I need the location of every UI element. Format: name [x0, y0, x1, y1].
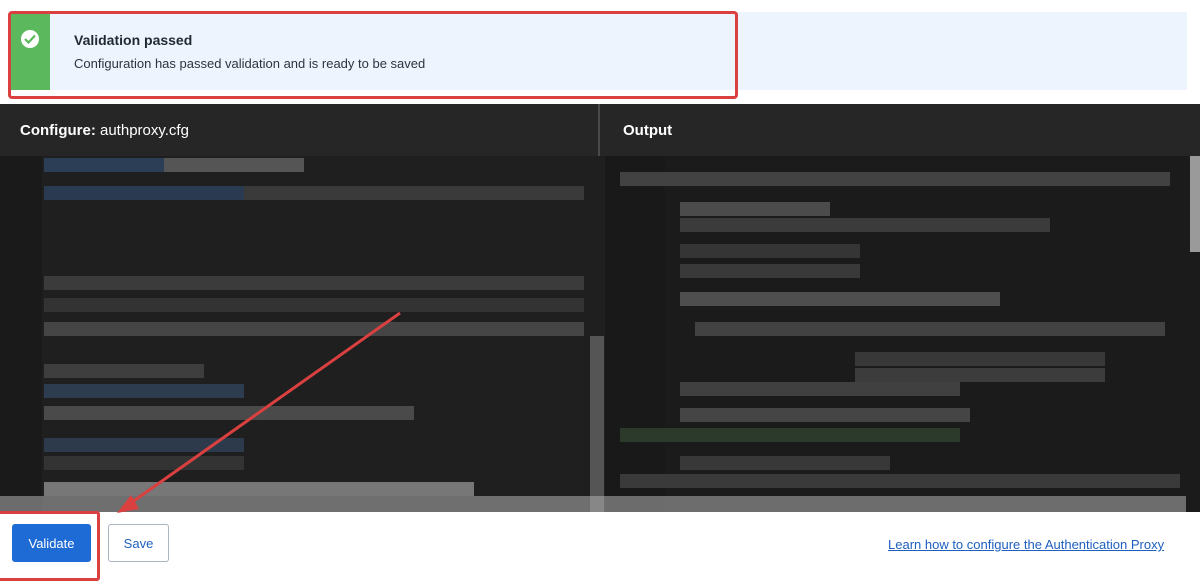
annotation-arrow-icon [117, 311, 401, 513]
